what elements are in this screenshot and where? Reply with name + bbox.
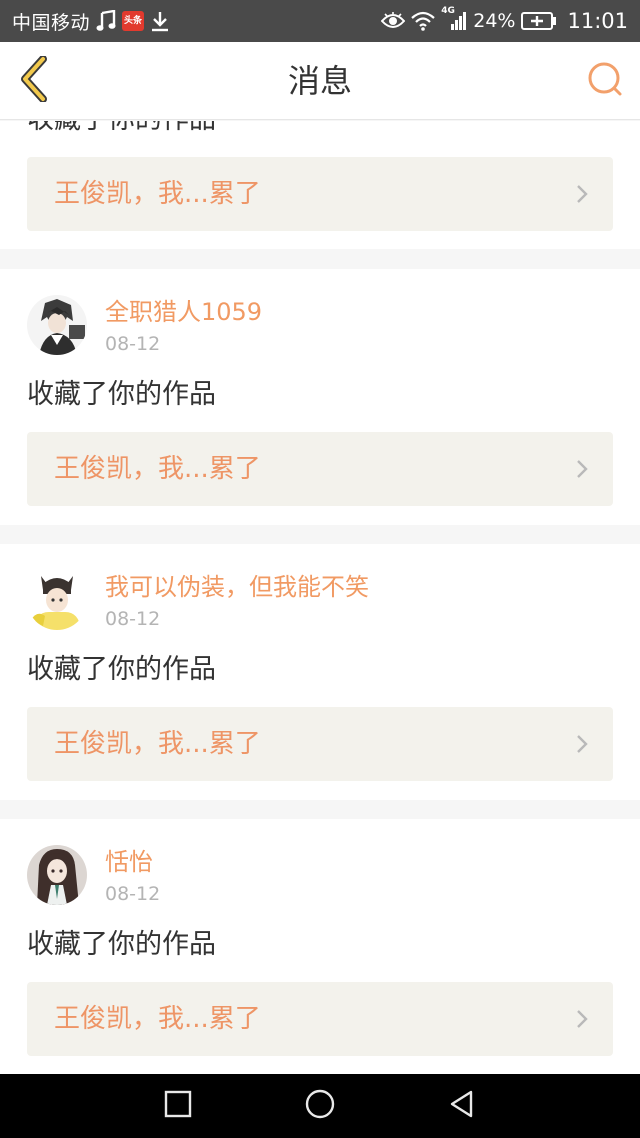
network-label: 4G xyxy=(441,6,455,16)
message-action: 收藏了你的作品 xyxy=(27,654,216,685)
messages-screen: 中国移动 头条 4G 24% 11:01 消息 王俊凯，我...累了 全职猎人1… xyxy=(0,0,640,1138)
work-link[interactable]: 王俊凯，我...累了 xyxy=(27,982,613,1056)
search-icon xyxy=(586,60,624,102)
news-app-icon: 头条 xyxy=(122,11,145,31)
status-bar: 中国移动 头条 4G 24% 11:01 xyxy=(0,0,640,42)
download-icon xyxy=(150,10,170,32)
top-nav-bar: 消息 xyxy=(0,42,640,120)
avatar[interactable] xyxy=(27,295,87,355)
work-link[interactable]: 王俊凯，我...累了 xyxy=(27,707,613,781)
work-title: 王俊凯，我...累了 xyxy=(54,454,261,484)
message-date: 08-12 xyxy=(105,883,161,905)
search-button[interactable] xyxy=(584,60,626,102)
eye-icon xyxy=(381,12,406,30)
chevron-right-icon xyxy=(575,183,589,205)
music-note-icon xyxy=(96,10,116,32)
chevron-right-icon xyxy=(575,733,589,755)
message-action: 收藏了你的作品 xyxy=(27,379,216,410)
status-bar-left: 中国移动 头条 xyxy=(12,0,170,42)
battery-percent: 24% xyxy=(473,10,516,32)
system-nav-bar xyxy=(0,1074,640,1138)
page-title: 消息 xyxy=(287,62,352,100)
message-card: 我可以伪装，但我能不笑 08-12 收藏了你的作品 王俊凯，我...累了 xyxy=(0,544,640,800)
avatar[interactable] xyxy=(27,845,87,905)
home-button[interactable] xyxy=(300,1086,340,1126)
avatar[interactable] xyxy=(27,570,87,630)
message-action: 收藏了你的作品 xyxy=(27,929,216,960)
work-title: 王俊凯，我...累了 xyxy=(54,1004,261,1034)
message-card: 收藏了你的作品 王俊凯，我...累了 xyxy=(0,121,640,249)
work-link[interactable]: 王俊凯，我...累了 xyxy=(27,432,613,506)
signal-4g-icon: 4G xyxy=(441,6,467,32)
work-link[interactable]: 王俊凯，我...累了 xyxy=(27,157,613,231)
status-clock: 11:01 xyxy=(567,9,628,33)
username[interactable]: 全职猎人1059 xyxy=(105,295,262,329)
circle-home-icon xyxy=(304,1088,336,1124)
recent-apps-button[interactable] xyxy=(158,1086,198,1126)
work-title: 王俊凯，我...累了 xyxy=(54,729,261,759)
work-title: 王俊凯，我...累了 xyxy=(54,179,261,209)
username[interactable]: 恬怡 xyxy=(105,845,153,879)
message-card: 恬怡 08-12 收藏了你的作品 王俊凯，我...累了 xyxy=(0,819,640,1074)
message-list[interactable]: 收藏了你的作品 王俊凯，我...累了 xyxy=(0,121,640,1074)
status-bar-right: 4G 24% 11:01 xyxy=(381,0,628,42)
carrier-label: 中国移动 xyxy=(12,11,91,34)
wifi-icon xyxy=(411,11,435,31)
message-action: 收藏了你的作品 xyxy=(27,121,216,138)
system-back-button[interactable] xyxy=(442,1086,482,1126)
message-card: 全职猎人1059 08-12 收藏了你的作品 王俊凯，我...累了 xyxy=(0,269,640,525)
chevron-right-icon xyxy=(575,1008,589,1030)
triangle-back-icon xyxy=(447,1089,477,1123)
message-date: 08-12 xyxy=(105,608,161,630)
username[interactable]: 我可以伪装，但我能不笑 xyxy=(105,570,369,604)
message-date: 08-12 xyxy=(105,333,161,355)
battery-charging-icon xyxy=(521,11,557,31)
square-recent-apps-icon xyxy=(164,1090,192,1122)
chevron-right-icon xyxy=(575,458,589,480)
